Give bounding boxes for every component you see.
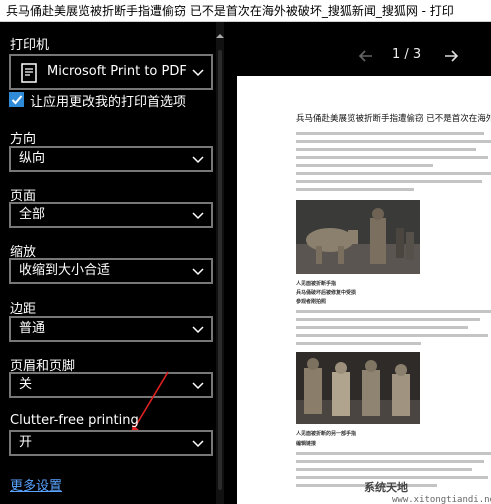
margins-dropdown[interactable]: 普通 [9, 316, 213, 342]
margins-value: 普通 [19, 321, 46, 336]
previous-page-icon[interactable] [358, 48, 374, 64]
watermark-brand: 系统天地 [364, 481, 408, 494]
caption-1: 人见面被折断手指 [296, 281, 337, 287]
printer-label: 打印机 [10, 38, 50, 53]
chevron-down-icon [192, 69, 204, 77]
watermark-site: www.xitongtiandi.net [392, 495, 491, 504]
chevron-down-icon [192, 440, 204, 448]
pages-value: 全部 [19, 207, 46, 222]
caption-2: 兵马俑破坏后被修复中受损 [296, 290, 357, 296]
chevron-down-icon [192, 326, 204, 334]
chevron-down-icon [192, 156, 204, 164]
printer-icon [21, 63, 37, 83]
app-settings-checkbox[interactable] [9, 92, 24, 107]
scroll-up-icon[interactable] [216, 32, 224, 40]
clutter-free-value: 开 [19, 435, 33, 450]
window-title: 兵马俑赴美展览被折断手指遭偷窃 已不是首次在海外被破坏_搜狐新闻_搜狐网 - 打… [0, 0, 491, 22]
checkmark-icon [11, 95, 23, 105]
scale-dropdown[interactable]: 收缩到大小合适 [9, 258, 213, 284]
headers-footers-dropdown[interactable]: 关 [9, 372, 213, 398]
article-text-block-1 [296, 132, 491, 196]
article-text-block-2 [296, 310, 491, 350]
print-preview: 1 / 3 兵马俑赴美展览被折断手指遭偷窃 已不是首次在海外 人见面被折断手指 … [228, 22, 491, 504]
print-settings-panel: 打印机 Microsoft Print to PDF 让应用更改我的打印首选项 … [0, 22, 228, 504]
more-settings-link[interactable]: 更多设置 [10, 475, 62, 494]
headers-footers-value: 关 [19, 377, 33, 392]
chevron-down-icon [192, 212, 204, 220]
orientation-dropdown[interactable]: 纵向 [9, 146, 213, 172]
app-settings-label: 让应用更改我的打印首选项 [30, 95, 187, 110]
pages-dropdown[interactable]: 全部 [9, 202, 213, 228]
settings-scrollbar[interactable] [216, 22, 224, 504]
article-title: 兵马俑赴美展览被折断手指遭偷窃 已不是首次在海外 [296, 114, 491, 124]
page-indicator: 1 / 3 [392, 47, 422, 62]
clutter-free-dropdown[interactable]: 开 [9, 430, 213, 456]
printer-value: Microsoft Print to PDF [47, 64, 187, 79]
caption-5: 编辑链接 [296, 441, 317, 447]
chevron-down-icon [192, 268, 204, 276]
page-navigation: 1 / 3 [228, 22, 491, 66]
orientation-value: 纵向 [19, 151, 46, 166]
chevron-down-icon [192, 382, 204, 390]
clutter-free-label: Clutter-free printing [10, 413, 139, 428]
preview-page: 兵马俑赴美展览被折断手指遭偷窃 已不是首次在海外 人见面被折断手指 兵马俑破坏后… [237, 76, 491, 504]
article-photo-1 [296, 200, 420, 274]
next-page-icon[interactable] [443, 48, 459, 64]
caption-3: 参观者刚拍照 [296, 299, 327, 305]
scale-value: 收缩到大小合适 [19, 263, 111, 278]
caption-4: 人见面被折断的另一部手指 [296, 431, 357, 437]
margins-label: 边距 [10, 302, 37, 317]
scroll-thumb[interactable] [218, 50, 222, 490]
printer-dropdown[interactable]: Microsoft Print to PDF [9, 54, 213, 90]
article-photo-2 [296, 352, 420, 424]
orientation-label: 方向 [10, 132, 37, 147]
